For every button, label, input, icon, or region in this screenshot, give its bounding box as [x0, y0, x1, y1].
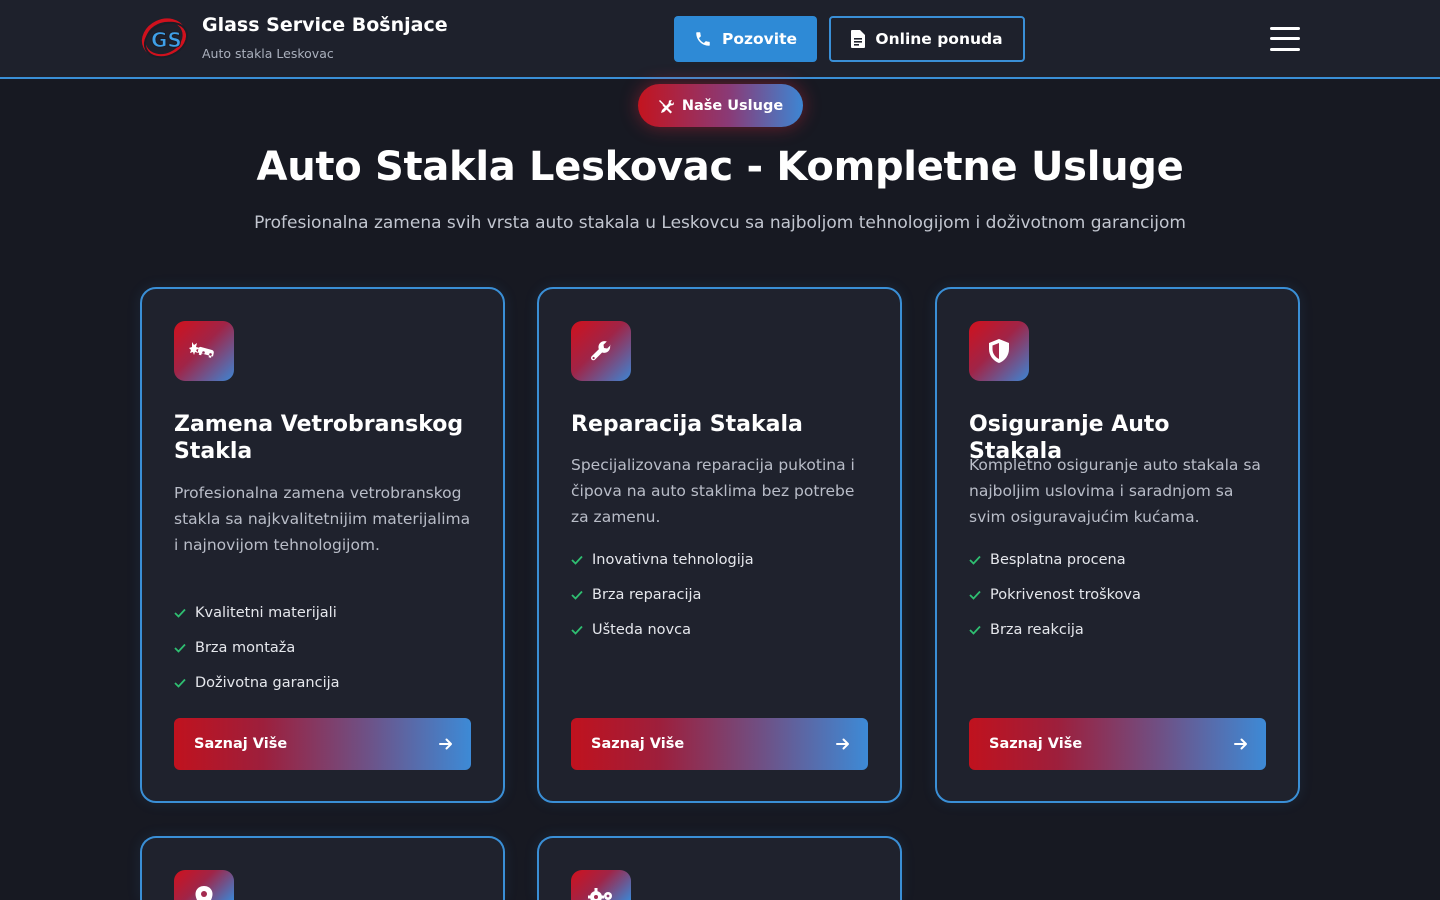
services-pill: Naše Usluge [638, 84, 803, 127]
service-description: Kompletno osiguranje auto stakala sa naj… [969, 456, 1261, 526]
feature-label: Ušteda novca [592, 622, 691, 638]
feature-item: Pokrivenost troškova [969, 585, 1269, 620]
learn-more-button[interactable]: Saznaj Više [174, 718, 471, 770]
page-subtitle: Profesionalna zamena svih vrsta auto sta… [254, 213, 1186, 233]
map-pin-icon [195, 886, 213, 900]
feature-label: Brza reakcija [990, 622, 1084, 638]
feature-label: Inovativna tehnologija [592, 552, 754, 568]
service-card-repair: Reparacija Stakala Specijalizovana repar… [537, 287, 902, 803]
tools-icon [658, 99, 674, 113]
online-quote-button[interactable]: Online ponuda [829, 16, 1025, 62]
service-card-settings [537, 836, 902, 900]
learn-more-label: Saznaj Više [591, 736, 685, 752]
feature-item: Brza reparacija [571, 585, 871, 620]
service-icon-box [571, 321, 631, 381]
brand-logo[interactable]: GS [140, 12, 192, 64]
cogs-icon [588, 888, 612, 900]
brand-subtitle: Auto stakla Leskovac [202, 46, 334, 61]
learn-more-button[interactable]: Saznaj Više [571, 718, 868, 770]
feature-list: Besplatna procena Pokrivenost troškova B… [969, 550, 1269, 655]
feature-item: Besplatna procena [969, 550, 1269, 585]
wrench-icon [591, 341, 611, 361]
check-icon [571, 590, 583, 600]
shield-icon [989, 339, 1009, 363]
arrow-right-icon [836, 738, 849, 750]
check-icon [174, 678, 186, 688]
service-icon-box [571, 870, 631, 900]
call-button-label: Pozovite [721, 30, 798, 48]
document-icon [851, 30, 866, 48]
site-header: GS Glass Service Bošnjace Auto stakla Le… [0, 0, 1440, 79]
feature-label: Pokrivenost troškova [990, 587, 1141, 603]
feature-item: Inovativna tehnologija [571, 550, 871, 585]
learn-more-button[interactable]: Saznaj Više [969, 718, 1266, 770]
logo-text: GS [151, 28, 182, 52]
check-icon [174, 608, 186, 618]
feature-item: Brza reakcija [969, 620, 1269, 655]
service-icon-box [969, 321, 1029, 381]
brand-title[interactable]: Glass Service Bošnjace [202, 14, 448, 36]
check-icon [174, 643, 186, 653]
feature-list: Inovativna tehnologija Brza reparacija U… [571, 550, 871, 655]
service-icon-box [174, 321, 234, 381]
service-card-windshield: Zamena Vetrobranskog Stakla Profesionaln… [140, 287, 505, 803]
check-icon [571, 555, 583, 565]
hamburger-bar [1270, 48, 1300, 51]
service-title: Reparacija Stakala [571, 412, 803, 437]
check-icon [571, 625, 583, 635]
service-card-insurance: Osiguranje Auto Stakala Kompletno osigur… [935, 287, 1300, 803]
gs-logo-icon: GS [141, 18, 189, 59]
check-icon [969, 590, 981, 600]
phone-icon [696, 32, 710, 46]
feature-item: Doživotna garancija [174, 673, 474, 708]
feature-label: Doživotna garancija [195, 675, 340, 691]
car-crash-icon [189, 342, 214, 358]
services-pill-label: Naše Usluge [681, 97, 784, 114]
feature-label: Brza montaža [195, 640, 296, 656]
service-title: Zamena Vetrobranskog Stakla [174, 412, 464, 464]
page-title: Auto Stakla Leskovac - Kompletne Usluge [256, 144, 1184, 190]
feature-label: Kvalitetni materijali [195, 605, 337, 621]
feature-item: Kvalitetni materijali [174, 603, 474, 638]
call-button[interactable]: Pozovite [674, 16, 817, 62]
check-icon [969, 625, 981, 635]
service-description: Profesionalna zamena vetrobranskog stakl… [174, 484, 471, 554]
hamburger-bar [1270, 27, 1300, 30]
feature-list: Kvalitetni materijali Brza montaža Doživ… [174, 603, 474, 708]
service-icon-box [174, 870, 234, 900]
feature-item: Ušteda novca [571, 620, 871, 655]
menu-toggle-button[interactable] [1270, 27, 1300, 51]
learn-more-label: Saznaj Više [989, 736, 1083, 752]
online-quote-label: Online ponuda [875, 30, 1003, 48]
arrow-right-icon [439, 738, 452, 750]
feature-label: Besplatna procena [990, 552, 1126, 568]
service-description: Specijalizovana reparacija pukotina i či… [571, 456, 855, 526]
learn-more-label: Saznaj Više [194, 736, 288, 752]
service-card-location [140, 836, 505, 900]
hamburger-bar [1270, 37, 1300, 40]
check-icon [969, 555, 981, 565]
feature-item: Brza montaža [174, 638, 474, 673]
arrow-right-icon [1234, 738, 1247, 750]
feature-label: Brza reparacija [592, 587, 702, 603]
